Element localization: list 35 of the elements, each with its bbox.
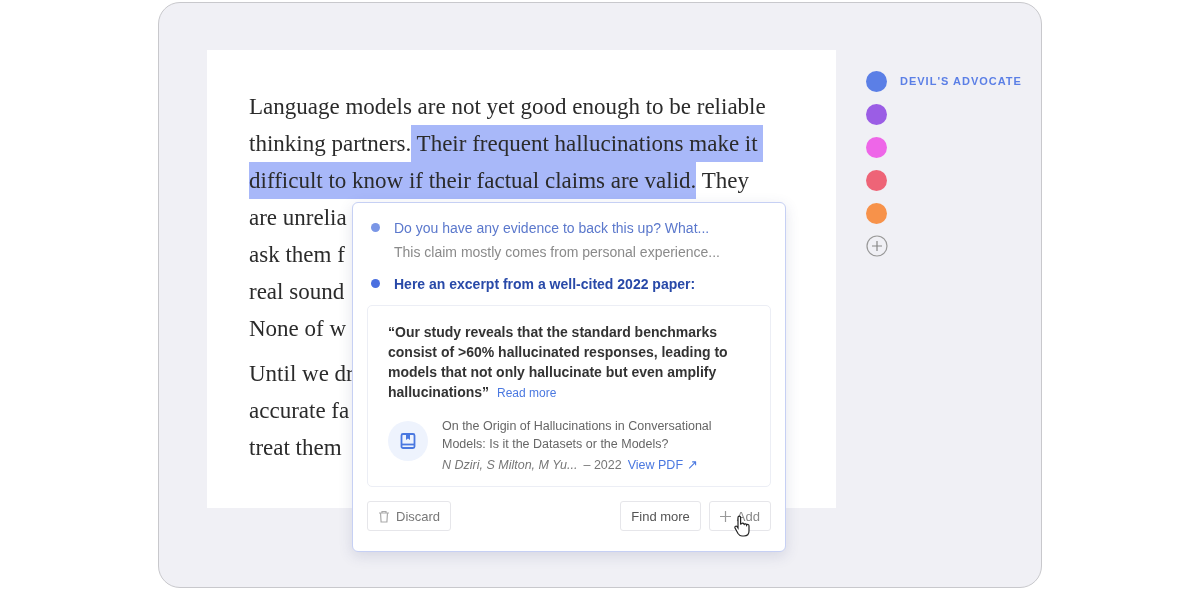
highlighted-text: Their frequent hallucinations make it [411, 125, 764, 162]
trash-icon [378, 509, 390, 523]
book-icon [388, 421, 428, 461]
document-text: are unrelia [249, 204, 347, 232]
document-text: ask them f [249, 241, 345, 269]
persona-dot[interactable] [866, 103, 887, 125]
plus-icon [719, 510, 731, 522]
document-text: They [700, 167, 749, 195]
thread-message[interactable]: Here an excerpt from a well-cited 2022 paper: [394, 275, 696, 293]
view-pdf-link[interactable]: View PDF ↗ [627, 456, 698, 474]
highlighted-text: difficult to know if their factual claims are valid. [249, 162, 697, 199]
document-text: Language models are not yet good enough to be reliable [249, 93, 766, 121]
source-title: On the Origin of Hallucinations in Conversational Models: Is it the Datasets or the Models? [442, 418, 713, 453]
persona-label: DEVIL'S ADVOCATE [900, 75, 1022, 87]
discard-button[interactable]: Discard [367, 501, 452, 531]
document-text: Until we dr [249, 360, 354, 388]
persona-dot[interactable] [866, 202, 887, 224]
bullet-dot-icon [371, 279, 380, 288]
source-authors: N Dziri, S Milton, M Yu... [442, 457, 578, 474]
persona-dot[interactable] [866, 70, 887, 92]
thread-message[interactable]: Do you have any evidence to back this up? What... [394, 219, 720, 237]
document-text: thinking partners. [249, 130, 412, 158]
find-more-button[interactable]: Find more [620, 501, 701, 531]
persona-dot[interactable] [866, 136, 887, 158]
document-text: accurate fa [249, 397, 350, 425]
excerpt-quote: “Our study reveals that the standard benchmarks consist of >60% hallucinated responses, leading to models that not only hallucinate but even amplify hallucinations” Read more [388, 323, 729, 402]
persona-dot[interactable] [866, 169, 887, 191]
source-year: – 2022 [583, 457, 622, 474]
add-persona-icon[interactable] [866, 235, 888, 257]
thread-reply: This claim mostly comes from personal experience... [394, 243, 720, 261]
document-text: treat them [249, 434, 342, 462]
document-text: None of w [249, 315, 347, 343]
bullet-dot-icon [371, 223, 380, 232]
read-more-link[interactable]: Read more [497, 386, 557, 400]
document-text: real sound [249, 278, 345, 306]
